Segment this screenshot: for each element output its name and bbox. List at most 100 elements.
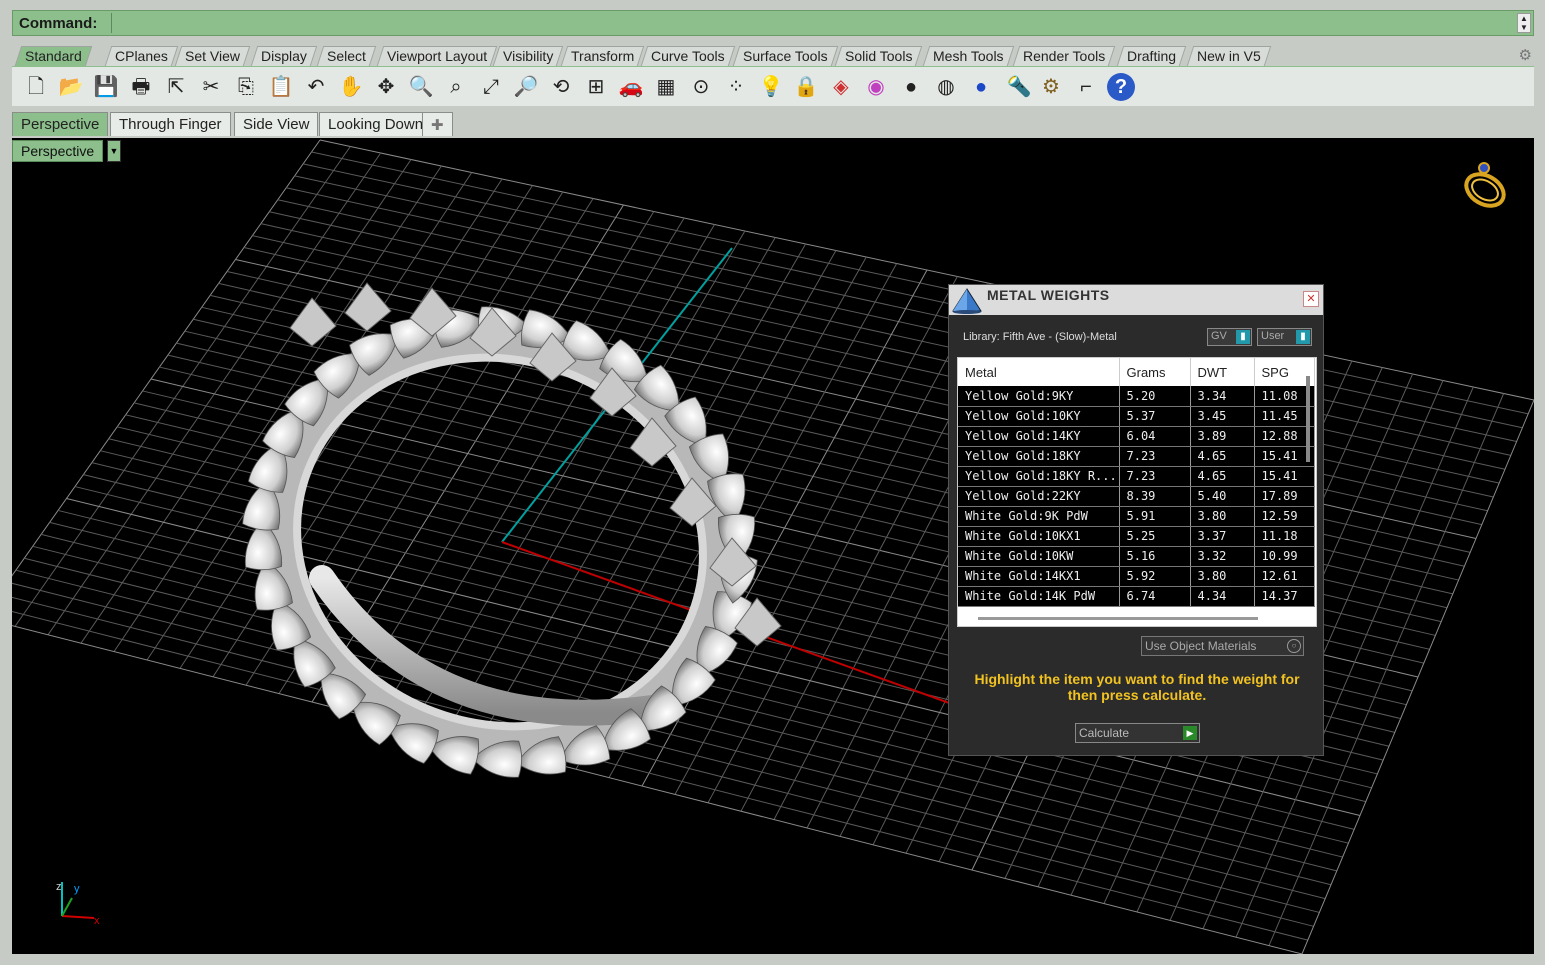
help-icon[interactable]: ? — [1107, 73, 1135, 101]
undo-icon[interactable]: ↶ — [302, 73, 330, 101]
toolbar-tab-select[interactable]: Select — [316, 46, 377, 66]
dimension-icon[interactable]: ⌐ — [1072, 73, 1100, 101]
car-icon[interactable]: 🚗 — [617, 73, 645, 101]
move-icon[interactable]: ✥ — [372, 73, 400, 101]
table-row[interactable]: Yellow Gold:22KY 8.39 5.40 17.89 — [958, 486, 1315, 507]
calculate-button[interactable]: Calculate ▶ — [1075, 723, 1200, 743]
gear-icon[interactable]: ⚙ — [1037, 73, 1065, 101]
points-icon[interactable]: ⁘ — [722, 73, 750, 101]
toolbar-tab-label: Solid Tools — [845, 48, 913, 64]
toolbar-tab-new-in-v5[interactable]: New in V5 — [1186, 46, 1272, 66]
table-cell: 8.39 — [1119, 486, 1191, 507]
toolbar-tab-curve-tools[interactable]: Curve Tools — [640, 46, 735, 66]
cut-icon[interactable]: ✂ — [197, 73, 225, 101]
table-row[interactable]: White Gold:14KX1 5.92 3.80 12.61 — [958, 566, 1315, 587]
rendered-sphere-icon[interactable]: ◍ — [932, 73, 960, 101]
column-header-dwt[interactable]: DWT — [1190, 358, 1255, 386]
copy-icon[interactable]: ⎘ — [232, 73, 260, 101]
table-cell: White Gold:10KX1 — [958, 526, 1120, 547]
table-row[interactable]: White Gold:9K PdW 5.91 3.80 12.59 — [958, 506, 1315, 527]
vertical-scrollbar[interactable] — [1306, 376, 1310, 462]
toolbar-tab-standard[interactable]: Standard — [14, 46, 93, 66]
print-icon[interactable]: 🖶 — [127, 73, 155, 101]
table-cell: 17.89 — [1254, 486, 1315, 507]
paste-icon[interactable]: 📋 — [267, 73, 295, 101]
zoom-extents-icon[interactable]: ⤢ — [477, 73, 505, 101]
table-cell: 6.74 — [1119, 586, 1191, 607]
toolbar-tab-mesh-tools[interactable]: Mesh Tools — [922, 46, 1014, 66]
table-cell: 3.34 — [1190, 386, 1255, 407]
zoom-icon[interactable]: 🔍 — [407, 73, 435, 101]
table-row[interactable]: Yellow Gold:9KY 5.20 3.34 11.08 — [958, 386, 1315, 407]
lock-icon[interactable]: 🔒 — [792, 73, 820, 101]
table-cell: 5.20 — [1119, 386, 1191, 407]
new-file-icon[interactable]: 🗋 — [22, 73, 50, 101]
settings-gear-icon[interactable]: ⚙ — [1519, 46, 1532, 64]
table-row[interactable]: Yellow Gold:10KY 5.37 3.45 11.45 — [958, 406, 1315, 427]
toolbar-tab-viewport-layout[interactable]: Viewport Layout — [376, 46, 498, 66]
library-label: Library: Fifth Ave - (Slow)-Metal — [963, 331, 1117, 343]
table-row[interactable]: White Gold:14K PdW 6.74 4.34 14.37 — [958, 586, 1315, 607]
user-toggle[interactable]: User ▮ — [1257, 328, 1312, 346]
flashlight-icon[interactable]: 🔦 — [1005, 73, 1033, 101]
material-icon[interactable]: ◈ — [827, 73, 855, 101]
viewport-tab-side-view[interactable]: Side View — [234, 112, 319, 136]
gv-toggle[interactable]: GV ▮ — [1207, 328, 1252, 346]
grid-icon[interactable]: ▦ — [652, 73, 680, 101]
table-row[interactable]: Yellow Gold:18KY R... 7.23 4.65 15.41 — [958, 466, 1315, 487]
metal-table: Metal Grams DWT SPG Yellow Gold:9KY 5.20 3.34… — [957, 357, 1317, 627]
axis-x-label: x — [94, 915, 100, 927]
color-wheel-icon[interactable]: ◉ — [862, 73, 890, 101]
zoom-selected-icon[interactable]: 🔎 — [512, 73, 540, 101]
light-bulb-icon[interactable]: 💡 — [757, 73, 785, 101]
table-cell: 4.34 — [1190, 586, 1255, 607]
viewport-tab-perspective[interactable]: Perspective — [12, 112, 109, 136]
table-cell: White Gold:9K PdW — [958, 506, 1120, 527]
toolbar-tab-visibility[interactable]: Visibility — [492, 46, 564, 66]
command-input[interactable] — [111, 13, 1511, 33]
command-scroll-icon[interactable]: ▲ ▼ — [1517, 13, 1531, 33]
pan-hand-icon[interactable]: ✋ — [337, 73, 365, 101]
toolbar-tab-transform[interactable]: Transform — [560, 46, 645, 66]
table-row[interactable]: White Gold:10KW 5.16 3.32 10.99 — [958, 546, 1315, 567]
column-header-metal[interactable]: Metal — [958, 358, 1120, 386]
snap-icon[interactable]: ⊙ — [687, 73, 715, 101]
zoom-window-icon[interactable]: ⌕ — [442, 73, 470, 101]
toolbar-tab-display[interactable]: Display — [250, 46, 318, 66]
shaded-sphere-icon[interactable]: ● — [897, 73, 925, 101]
table-row[interactable]: Yellow Gold:18KY 7.23 4.65 15.41 — [958, 446, 1315, 467]
table-cell: 6.04 — [1119, 426, 1191, 447]
export-icon[interactable]: ⇱ — [162, 73, 190, 101]
panel-titlebar[interactable]: METAL WEIGHTS ✕ — [949, 285, 1323, 315]
toolbar-tab-set-view[interactable]: Set View — [174, 46, 251, 66]
save-icon[interactable]: 💾 — [92, 73, 120, 101]
table-row[interactable]: White Gold:10KX1 5.25 3.37 11.18 — [958, 526, 1315, 547]
command-label: Command: — [19, 15, 98, 32]
rotate-view-icon[interactable]: ⟲ — [547, 73, 575, 101]
add-viewport-tab-icon[interactable]: ✚ — [422, 112, 453, 136]
viewport-title[interactable]: Perspective — [12, 140, 104, 162]
viewport-tab-through-finger[interactable]: Through Finger — [110, 112, 231, 136]
horizontal-scrollbar[interactable] — [978, 617, 1258, 620]
viewport-tab-looking-down[interactable]: Looking Down — [319, 112, 433, 136]
panel-title: METAL WEIGHTS — [987, 287, 1110, 303]
toggle-icon: ▮ — [1236, 330, 1250, 344]
column-header-spg[interactable]: SPG — [1254, 358, 1315, 386]
toolbar-tab-cplanes[interactable]: CPlanes — [104, 46, 179, 66]
table-cell: 5.25 — [1119, 526, 1191, 547]
table-cell: Yellow Gold:9KY — [958, 386, 1120, 407]
toolbar-tab-surface-tools[interactable]: Surface Tools — [732, 46, 838, 66]
toolbar-tab-solid-tools[interactable]: Solid Tools — [834, 46, 923, 66]
four-viewports-icon[interactable]: ⊞ — [582, 73, 610, 101]
table-cell: 12.88 — [1254, 426, 1315, 447]
toolbar-tab-render-tools[interactable]: Render Tools — [1012, 46, 1116, 66]
table-cell: 10.99 — [1254, 546, 1315, 567]
use-object-materials-dropdown[interactable]: Use Object Materials ○ — [1141, 636, 1304, 656]
table-row[interactable]: Yellow Gold:14KY 6.04 3.89 12.88 — [958, 426, 1315, 447]
viewport-dropdown-icon[interactable]: ▼ — [107, 140, 121, 162]
toolbar-tab-drafting[interactable]: Drafting — [1116, 46, 1187, 66]
blue-sphere-icon[interactable]: ● — [967, 73, 995, 101]
close-icon[interactable]: ✕ — [1303, 291, 1319, 307]
open-folder-icon[interactable]: 📂 — [57, 73, 85, 101]
column-header-grams[interactable]: Grams — [1119, 358, 1191, 386]
